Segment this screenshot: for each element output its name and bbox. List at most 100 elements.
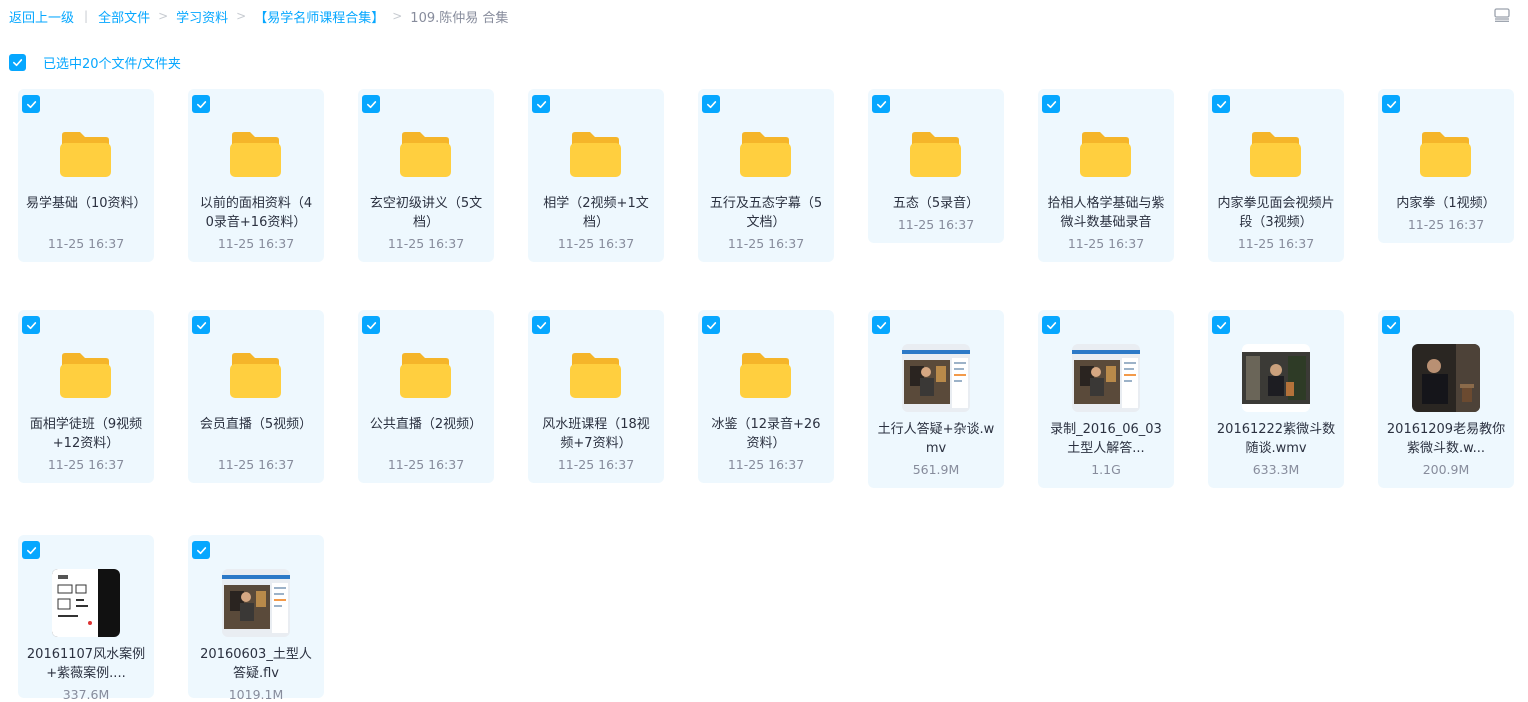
folder-icon xyxy=(738,350,793,400)
item-checkbox[interactable] xyxy=(1042,316,1060,334)
modified-time: 11-25 16:37 xyxy=(387,457,465,472)
item-name: 冰鉴（12录音+26资料） xyxy=(711,417,821,451)
item-checkbox[interactable] xyxy=(1382,316,1400,334)
folder-icon xyxy=(568,350,623,400)
chevron-right-icon: > xyxy=(392,9,403,23)
item-name: 20161209老易教你紫微斗数.w... xyxy=(1386,422,1506,456)
video-card[interactable]: 20160603_土型人答疑.flv 1019.1M xyxy=(188,535,324,702)
list-view-icon[interactable] xyxy=(1494,8,1510,22)
video-card[interactable]: 土行人答疑+杂谈.wmv 561.9M xyxy=(868,310,1004,488)
file-size: 561.9M xyxy=(912,462,960,477)
item-checkbox[interactable] xyxy=(872,316,890,334)
folder-card[interactable]: 内家拳（1视频） 11-25 16:37 xyxy=(1378,89,1514,243)
item-checkbox[interactable] xyxy=(702,316,720,334)
folder-card[interactable]: 以前的面相资料（40录音+16资料） 11-25 16:37 xyxy=(188,89,324,262)
item-checkbox[interactable] xyxy=(1042,95,1060,113)
item-checkbox[interactable] xyxy=(1212,316,1230,334)
divider: | xyxy=(84,9,89,23)
modified-time: 11-25 16:37 xyxy=(1067,236,1145,251)
modified-time: 11-25 16:37 xyxy=(47,236,125,251)
item-name: 相学（2视频+1文档） xyxy=(543,196,649,230)
folder-card[interactable]: 会员直播（5视频） 11-25 16:37 xyxy=(188,310,324,483)
video-thumbnail xyxy=(1412,344,1480,412)
folder-card[interactable]: 五态（5录音） 11-25 16:37 xyxy=(868,89,1004,243)
item-name: 玄空初级讲义（5文档） xyxy=(369,196,483,230)
breadcrumb-study[interactable]: 学习资料 xyxy=(176,7,228,26)
item-name: 土行人答疑+杂谈.wmv xyxy=(877,422,995,456)
check-icon xyxy=(876,100,886,108)
modified-time: 11-25 16:37 xyxy=(897,217,975,232)
item-name: 面相学徒班（9视频+12资料） xyxy=(29,417,143,451)
item-name: 公共直播（2视频） xyxy=(369,417,483,432)
item-checkbox[interactable] xyxy=(192,95,210,113)
item-name: 内家拳见面会视频片段（3视频） xyxy=(1217,196,1335,230)
folder-icon xyxy=(738,129,793,179)
chevron-right-icon: > xyxy=(158,9,169,23)
check-icon xyxy=(366,100,376,108)
folder-icon xyxy=(398,350,453,400)
folder-card[interactable]: 内家拳见面会视频片段（3视频） 11-25 16:37 xyxy=(1208,89,1344,262)
item-checkbox[interactable] xyxy=(192,316,210,334)
breadcrumb-all-files[interactable]: 全部文件 xyxy=(98,7,150,26)
folder-icon xyxy=(398,129,453,179)
video-card[interactable]: 20161209老易教你紫微斗数.w... 200.9M xyxy=(1378,310,1514,488)
folder-icon xyxy=(1418,129,1473,179)
folder-card[interactable]: 拾相人格学基础与紫微斗数基础录音 11-25 16:37 xyxy=(1038,89,1174,262)
folder-card[interactable]: 面相学徒班（9视频+12资料） 11-25 16:37 xyxy=(18,310,154,483)
back-link[interactable]: 返回上一级 xyxy=(9,7,74,26)
video-card[interactable]: 20161222紫微斗数随谈.wmv 633.3M xyxy=(1208,310,1344,488)
check-icon xyxy=(1216,321,1226,329)
video-thumbnail xyxy=(52,569,120,637)
check-icon xyxy=(196,546,206,554)
item-name: 风水班课程（18视频+7资料） xyxy=(542,417,650,451)
item-checkbox[interactable] xyxy=(1212,95,1230,113)
modified-time: 11-25 16:37 xyxy=(557,236,635,251)
check-icon xyxy=(536,321,546,329)
select-all-checkbox[interactable] xyxy=(9,53,26,71)
item-checkbox[interactable] xyxy=(362,316,380,334)
item-checkbox[interactable] xyxy=(872,95,890,113)
item-checkbox[interactable] xyxy=(192,541,210,559)
item-checkbox[interactable] xyxy=(532,316,550,334)
item-checkbox[interactable] xyxy=(362,95,380,113)
folder-card[interactable]: 五行及五态字幕（5文档） 11-25 16:37 xyxy=(698,89,834,262)
check-icon xyxy=(536,100,546,108)
check-icon xyxy=(13,58,23,66)
item-checkbox[interactable] xyxy=(702,95,720,113)
folder-icon xyxy=(908,129,963,179)
item-name: 录制_2016_06_03土型人解答... xyxy=(1050,422,1162,456)
item-checkbox[interactable] xyxy=(22,316,40,334)
check-icon xyxy=(1216,100,1226,108)
folder-card[interactable]: 风水班课程（18视频+7资料） 11-25 16:37 xyxy=(528,310,664,483)
file-size: 200.9M xyxy=(1422,462,1470,477)
video-card[interactable]: 20161107风水案例+紫薇案例.... 337.6M xyxy=(18,535,154,702)
item-checkbox[interactable] xyxy=(22,95,40,113)
item-name: 20161222紫微斗数随谈.wmv xyxy=(1216,422,1336,456)
folder-card[interactable]: 公共直播（2视频） 11-25 16:37 xyxy=(358,310,494,483)
item-name: 五态（5录音） xyxy=(892,196,980,211)
item-checkbox[interactable] xyxy=(1382,95,1400,113)
item-checkbox[interactable] xyxy=(532,95,550,113)
check-icon xyxy=(1046,100,1056,108)
item-name: 会员直播（5视频） xyxy=(199,417,313,432)
check-icon xyxy=(366,321,376,329)
folder-card[interactable]: 相学（2视频+1文档） 11-25 16:37 xyxy=(528,89,664,262)
modified-time: 11-25 16:37 xyxy=(387,236,465,251)
folder-icon xyxy=(568,129,623,179)
video-card[interactable]: 录制_2016_06_03土型人解答... 1.1G xyxy=(1038,310,1174,488)
check-icon xyxy=(706,100,716,108)
modified-time: 11-25 16:37 xyxy=(217,457,295,472)
item-name: 以前的面相资料（40录音+16资料） xyxy=(199,196,313,230)
file-size: 633.3M xyxy=(1252,462,1300,477)
folder-icon xyxy=(1078,129,1133,179)
folder-card[interactable]: 易学基础（10资料） 11-25 16:37 xyxy=(18,89,154,262)
item-name: 20161107风水案例+紫薇案例.... xyxy=(26,647,146,681)
check-icon xyxy=(26,321,36,329)
folder-card[interactable]: 冰鉴（12录音+26资料） 11-25 16:37 xyxy=(698,310,834,483)
item-checkbox[interactable] xyxy=(22,541,40,559)
breadcrumb-collection[interactable]: 【易学名师课程合集】 xyxy=(254,7,384,26)
item-name: 易学基础（10资料） xyxy=(26,196,146,211)
folder-card[interactable]: 玄空初级讲义（5文档） 11-25 16:37 xyxy=(358,89,494,262)
modified-time: 11-25 16:37 xyxy=(217,236,295,251)
check-icon xyxy=(1386,321,1396,329)
